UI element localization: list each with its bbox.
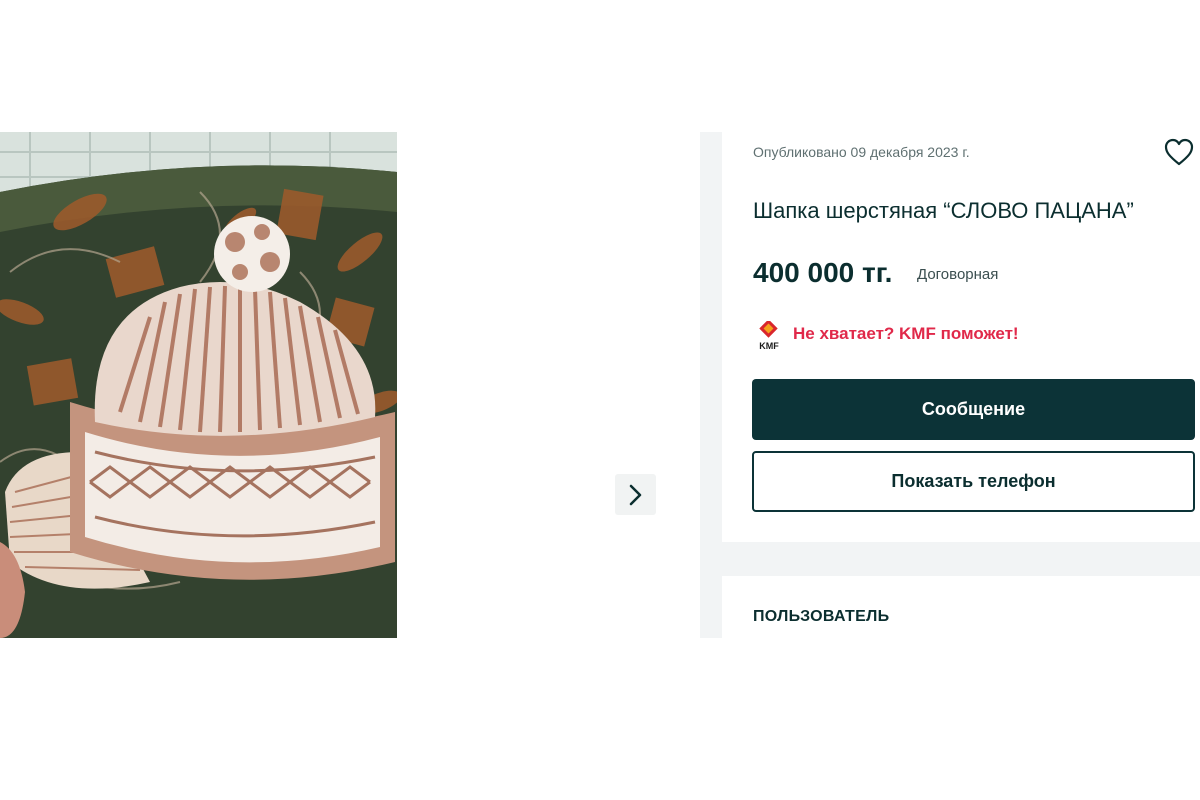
- product-photo[interactable]: [0, 132, 397, 638]
- listing-title: Шапка шерстяная “СЛОВО ПАЦАНА”: [753, 198, 1134, 223]
- message-button[interactable]: Сообщение: [752, 379, 1195, 440]
- kmf-logo: KMF: [759, 321, 779, 351]
- show-phone-button[interactable]: Показать телефон: [752, 451, 1195, 512]
- photo-gallery: [0, 132, 700, 638]
- price-negotiable-label: Договорная: [917, 266, 999, 283]
- user-card: [722, 576, 1200, 638]
- next-photo-button[interactable]: [615, 474, 656, 515]
- svg-text:KMF: KMF: [759, 341, 779, 351]
- chevron-right-icon: [629, 484, 641, 505]
- favorite-button[interactable]: [1163, 137, 1195, 167]
- listing-price: 400 000 тг.: [753, 257, 893, 288]
- heart-icon: [1164, 138, 1194, 166]
- knitted-hat-image: [0, 132, 397, 638]
- user-section-heading: ПОЛЬЗОВАТЕЛЬ: [753, 608, 890, 625]
- publish-date: Опубликовано 09 декабря 2023 г.: [753, 144, 970, 160]
- kmf-promo-link[interactable]: Не хватает? KMF поможет!: [793, 324, 1019, 344]
